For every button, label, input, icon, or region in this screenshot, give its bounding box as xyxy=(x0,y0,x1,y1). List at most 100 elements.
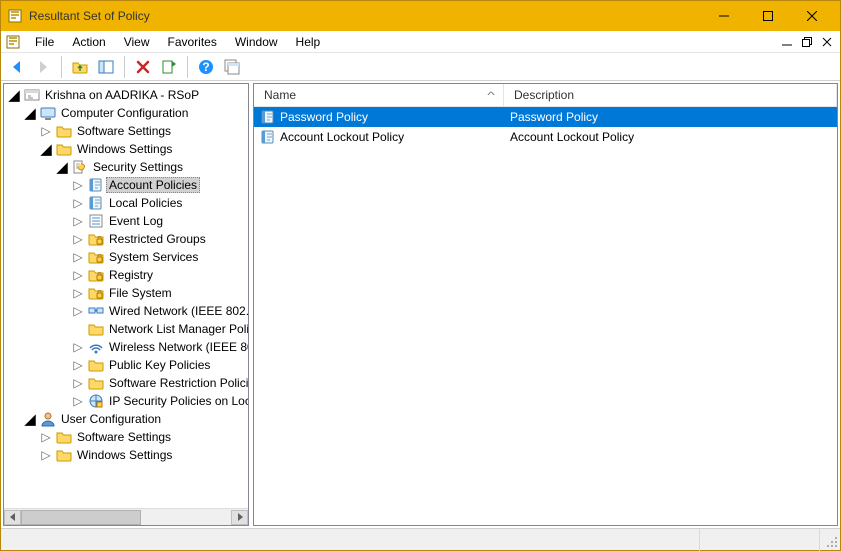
list-row[interactable]: Password Policy Password Policy xyxy=(254,107,837,127)
list-header[interactable]: Name ^ Description xyxy=(254,84,837,107)
expander-closed-icon[interactable]: ▷ xyxy=(70,285,86,301)
tree-node[interactable]: ◢ User Configuration xyxy=(6,410,248,428)
column-description[interactable]: Description xyxy=(504,84,837,106)
row-description: Password Policy xyxy=(510,110,598,124)
sort-indicator-icon: ^ xyxy=(487,90,495,100)
expander-closed-icon[interactable]: ▷ xyxy=(38,429,54,445)
tree-node-label: User Configuration xyxy=(58,411,164,427)
expander-closed-icon[interactable]: ▷ xyxy=(70,303,86,319)
wireless-icon xyxy=(88,339,104,355)
new-window-button[interactable] xyxy=(220,55,244,79)
scroll-right-button[interactable] xyxy=(231,510,248,525)
expander-closed-icon[interactable]: ▷ xyxy=(70,267,86,283)
scroll-left-button[interactable] xyxy=(4,510,21,525)
console-tree[interactable]: ◢Krishna on AADRIKA - RSoP◢Computer Conf… xyxy=(4,84,248,466)
menu-help[interactable]: Help xyxy=(288,33,329,51)
window-title: Resultant Set of Policy xyxy=(29,9,150,23)
mdi-restore-button[interactable] xyxy=(798,34,816,50)
scroll-track[interactable] xyxy=(21,510,231,525)
tree-node-label: Network List Manager Policies xyxy=(106,321,248,337)
mdi-close-button[interactable] xyxy=(818,34,836,50)
delete-button[interactable] xyxy=(131,55,155,79)
tree-node[interactable]: ▷Restricted Groups xyxy=(6,230,248,248)
expander-closed-icon[interactable]: ▷ xyxy=(70,375,86,391)
tree-node[interactable]: ▷File System xyxy=(6,284,248,302)
forward-button[interactable] xyxy=(31,55,55,79)
tree-node[interactable]: ▷ Event Log xyxy=(6,212,248,230)
expander-closed-icon[interactable]: ▷ xyxy=(70,249,86,265)
doc-icon xyxy=(5,34,21,50)
tree-node[interactable]: ▷ Software Restriction Policies xyxy=(6,374,248,392)
folder-icon xyxy=(56,141,72,157)
list-pane[interactable]: Name ^ Description Password PolicyPasswo… xyxy=(253,83,838,526)
tree-node-label: Windows Settings xyxy=(74,141,175,157)
menu-window[interactable]: Window xyxy=(227,33,286,51)
expander-closed-icon[interactable]: ▷ xyxy=(70,177,86,193)
policy-book-icon xyxy=(260,129,276,145)
column-name[interactable]: Name ^ xyxy=(254,84,504,106)
expander-closed-icon[interactable]: ▷ xyxy=(70,213,86,229)
expander-closed-icon[interactable]: ▷ xyxy=(70,339,86,355)
tree-pane[interactable]: ◢Krishna on AADRIKA - RSoP◢Computer Conf… xyxy=(3,83,249,526)
expander-closed-icon[interactable]: ▷ xyxy=(70,231,86,247)
help-button[interactable] xyxy=(194,55,218,79)
resize-grip[interactable] xyxy=(820,529,840,550)
folder-icon xyxy=(88,357,104,373)
tree-node[interactable]: ▷Software Settings xyxy=(6,428,248,446)
tree-node[interactable]: ◢ Security Settings xyxy=(6,158,248,176)
maximize-button[interactable] xyxy=(746,1,790,31)
tree-node[interactable]: ◢ Krishna on AADRIKA - RSoP xyxy=(6,86,248,104)
tree-node[interactable]: ·Network List Manager Policies xyxy=(6,320,248,338)
menu-view[interactable]: View xyxy=(116,33,158,51)
tree-node-label: Software Restriction Policies xyxy=(106,375,248,391)
export-list-button[interactable] xyxy=(157,55,181,79)
expander-closed-icon[interactable]: ▷ xyxy=(70,357,86,373)
list-row[interactable]: Account Lockout PolicyAccount Lockout Po… xyxy=(254,127,837,147)
tree-node[interactable]: ▷IP Security Policies on Local Computer xyxy=(6,392,248,410)
tree-node[interactable]: ◢ Computer Configuration xyxy=(6,104,248,122)
horizontal-scrollbar[interactable] xyxy=(4,508,248,525)
minimize-button[interactable] xyxy=(702,1,746,31)
tree-node-label: Krishna on AADRIKA - RSoP xyxy=(42,87,202,103)
tree-node[interactable]: ▷Account Policies xyxy=(6,176,248,194)
wired-icon xyxy=(88,303,104,319)
tree-node-label: Security Settings xyxy=(90,159,186,175)
show-hide-tree-button[interactable] xyxy=(94,55,118,79)
tree-node[interactable]: ▷Local Policies xyxy=(6,194,248,212)
expander-closed-icon[interactable]: ▷ xyxy=(38,447,54,463)
tree-node[interactable]: ◢ Windows Settings xyxy=(6,140,248,158)
tree-node[interactable]: ▷Public Key Policies xyxy=(6,356,248,374)
tree-node[interactable]: ▷Wireless Network (IEEE 802.11) Policies xyxy=(6,338,248,356)
menu-file[interactable]: File xyxy=(27,33,62,51)
back-button[interactable] xyxy=(5,55,29,79)
expander-closed-icon[interactable]: ▷ xyxy=(70,195,86,211)
mdi-minimize-button[interactable] xyxy=(778,34,796,50)
tree-node-label: Computer Configuration xyxy=(58,105,191,121)
tree-node[interactable]: ▷Wired Network (IEEE 802.3) Policies xyxy=(6,302,248,320)
scroll-thumb[interactable] xyxy=(21,510,141,525)
tree-node[interactable]: ▷Software Settings xyxy=(6,122,248,140)
expander-open-icon[interactable]: ◢ xyxy=(54,159,70,175)
main-area: ◢Krishna on AADRIKA - RSoP◢Computer Conf… xyxy=(1,81,840,528)
expander-closed-icon[interactable]: ▷ xyxy=(38,123,54,139)
row-name: Password Policy xyxy=(280,110,368,124)
menu-action[interactable]: Action xyxy=(64,33,113,51)
security-icon xyxy=(72,159,88,175)
expander-closed-icon[interactable]: ▷ xyxy=(70,393,86,409)
up-button[interactable] xyxy=(68,55,92,79)
close-button[interactable] xyxy=(790,1,834,31)
title-bar[interactable]: Resultant Set of Policy xyxy=(1,1,840,31)
tree-node-label: Registry xyxy=(106,267,156,283)
menu-favorites[interactable]: Favorites xyxy=(160,33,225,51)
tree-node[interactable]: ▷System Services xyxy=(6,248,248,266)
expander-open-icon[interactable]: ◢ xyxy=(6,87,22,103)
expander-open-icon[interactable]: ◢ xyxy=(22,105,38,121)
tree-node[interactable]: ▷Windows Settings xyxy=(6,446,248,464)
tree-node-label: Event Log xyxy=(106,213,166,229)
list-body[interactable]: Password Policy Password Policy Account Lo… xyxy=(254,107,837,525)
expander-open-icon[interactable]: ◢ xyxy=(38,141,54,157)
tree-node[interactable]: ▷ Registry xyxy=(6,266,248,284)
expander-open-icon[interactable]: ◢ xyxy=(22,411,38,427)
folder-icon xyxy=(56,429,72,445)
folder-lock-icon xyxy=(88,231,104,247)
